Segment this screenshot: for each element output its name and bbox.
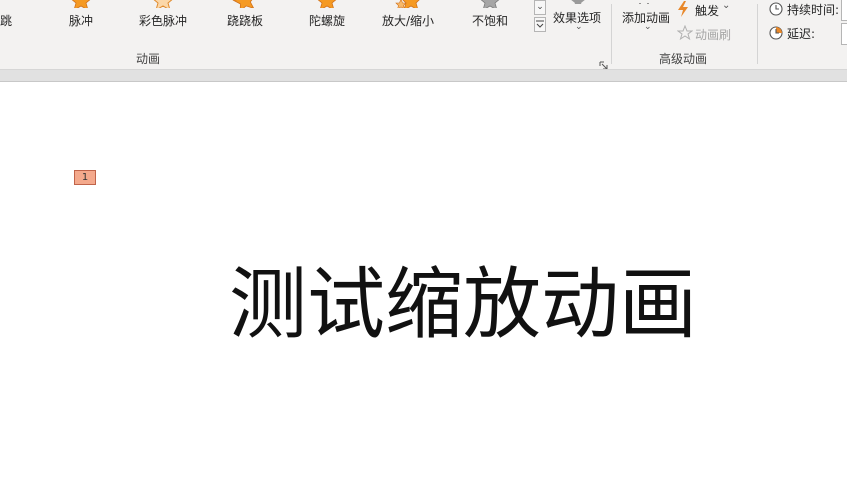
chevron-down-icon: ⌄ [722,0,731,11]
gallery-expand-icon [536,20,544,28]
lightning-icon [676,1,690,17]
gallery-item-color-pulse[interactable]: 彩色脉冲 [128,0,198,36]
animation-painter-button[interactable]: 动画刷 [676,24,738,42]
trigger-label: 触发 [695,4,720,18]
effect-options-star-icon [570,0,586,4]
delay-input[interactable] [841,23,847,45]
gallery-item-label: 放大/缩小 [381,14,435,28]
gallery-scroll-down-button[interactable]: ⌄ [534,0,546,15]
chevron-down-icon: ⌄ [644,22,652,32]
gallery-item-label: 跳 [0,14,12,28]
gallery-item-label: 彩色脉冲 [138,14,187,28]
gallery-item-bounce[interactable]: 跳 [0,0,34,36]
slide-title-text[interactable]: 测试缩放动画 [229,255,709,355]
chevron-down-icon: ⌄ [575,22,583,32]
spin-star-icon [314,0,340,8]
gallery-item-spin[interactable]: 陀螺旋 [292,0,362,36]
gallery-item-grow-shrink[interactable]: 放大/缩小 [373,0,443,36]
duration-label: 持续时间: [787,3,840,17]
gallery-more-button[interactable] [534,17,546,32]
add-animation-button[interactable]: 添加动画 ⌄ [618,0,674,44]
add-animation-icon [636,0,656,4]
dialog-launcher-icon[interactable] [599,55,608,70]
animation-group-label: 动画 [136,52,161,66]
delay-clock-icon [769,25,783,40]
pulse-star-icon [68,0,94,8]
animation-order-tag[interactable]: 1 [74,170,96,185]
animation-painter-label: 动画刷 [695,28,732,42]
animation-painter-star-icon [676,24,694,41]
gallery-item-label: 跷跷板 [226,14,263,28]
bounce-star-icon [0,0,12,8]
group-separator [757,4,758,64]
teeter-star-icon [232,0,258,8]
animations-ribbon: 跳 脉冲 彩色脉冲 跷跷板 陀螺旋 放大/缩小 不饱和 ⌄ 效果选项 ⌄ 添加动… [0,0,847,70]
gallery-item-desaturate[interactable]: 不饱和 [455,0,525,36]
grow-shrink-star-icon [395,0,421,8]
gallery-item-label: 脉冲 [68,14,93,28]
editor-gutter [0,70,847,82]
group-separator [611,4,612,64]
delay-label: 延迟: [787,27,816,41]
gallery-item-pulse[interactable]: 脉冲 [46,0,116,36]
color-pulse-star-icon [150,0,176,8]
desaturate-star-icon [477,0,503,8]
gallery-item-teeter[interactable]: 跷跷板 [210,0,280,36]
effect-options-button[interactable]: 效果选项 ⌄ [550,0,606,44]
clock-icon [769,1,783,16]
duration-input[interactable] [841,0,847,21]
trigger-button[interactable]: 触发 ⌄ [676,0,736,20]
gallery-item-label: 不饱和 [471,14,508,28]
gallery-item-label: 陀螺旋 [308,14,345,28]
advanced-animation-group-label: 高级动画 [659,52,708,66]
